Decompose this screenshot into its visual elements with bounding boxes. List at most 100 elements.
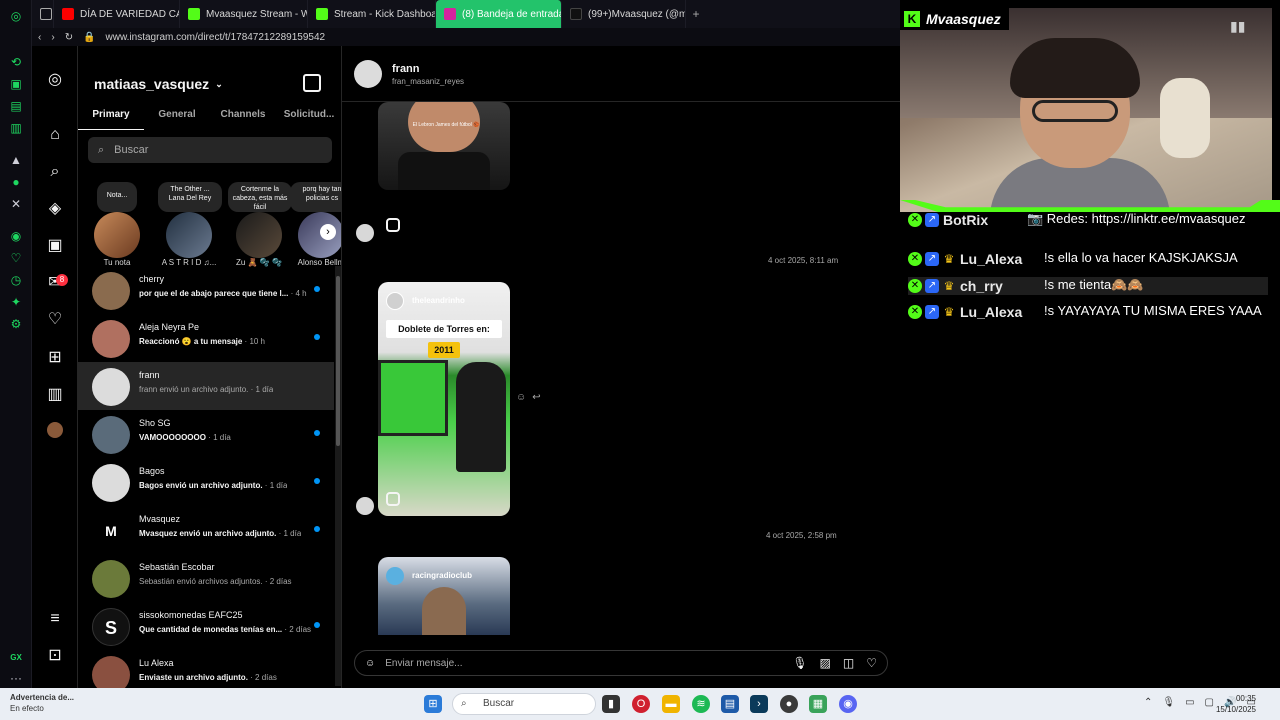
tab-primary[interactable]: Primary [78,104,144,130]
conversation-item[interactable]: Sebastián Escobar Sebastián envió archiv… [78,554,334,602]
tab-channels[interactable]: Channels [210,104,276,130]
opera-gx-taskbar-icon[interactable]: O [632,695,650,713]
conversation-item[interactable]: S sissokomonedas EAFC25 Que cantidad de … [78,602,334,650]
url-field[interactable]: www.instagram.com/direct/t/1784721228915… [106,32,326,43]
dashboard-icon[interactable]: ▥ [45,385,65,405]
game-icon[interactable]: ▦ [809,695,827,713]
conversation-item[interactable]: frann frann envió un archivo adjunto. · … [78,362,334,410]
avatar [356,224,374,242]
tab-tiktok[interactable]: (99+)Mvaasquez (@mvaaq [562,0,686,28]
aria-icon[interactable]: ▲ [8,152,24,168]
home-icon[interactable]: ⌂ [45,125,65,145]
more-icon[interactable]: ··· [8,670,24,686]
conversation-item[interactable]: M Mvasquez Mvasquez envió un archivo adj… [78,506,334,554]
profile-avatar[interactable] [47,422,63,438]
browser-tab-bar: DÍA DE VARIEDAD CARA... Mvaasquez Stream… [32,0,900,28]
message-composer[interactable]: ☺ Enviar mensaje... 🎙 ▨ ◫ ♡ [354,650,888,676]
reply-icon[interactable]: ↩ [532,392,540,403]
conversation-item[interactable]: Bagos Bagos envió un archivo adjunto. · … [78,458,334,506]
chevron-right-icon[interactable]: › [320,224,336,240]
create-icon[interactable]: ⊞ [45,348,65,368]
messenger-icon[interactable]: ▥ [8,120,24,136]
settings-icon[interactable]: ⚙ [8,316,24,332]
microphone-icon[interactable]: 🎙 [792,656,807,670]
new-tab-button[interactable]: + [686,7,706,21]
heart-icon[interactable]: ♡ [45,310,65,330]
search-icon[interactable]: ⌕ [45,162,65,182]
extensions-icon[interactable]: ✦ [8,294,24,310]
menu-icon[interactable]: ≡ [45,609,65,629]
vip-badge-icon: ↗ [925,213,939,227]
emoji-react-icon[interactable]: ☺ [516,392,526,403]
timestamp: 4 oct 2025, 2:58 pm [766,531,837,540]
taskbar-search[interactable]: ⌕ Buscar [452,693,596,715]
conversation-item[interactable]: Lu Alexa Enviaste un archivo adjunto. · … [78,650,334,688]
display-icon[interactable]: ▭ [1185,697,1194,708]
inbox-scrollbar[interactable] [335,266,341,686]
x-icon[interactable]: ✕ [8,196,24,212]
conversation-preview: Mvasquez envió un archivo adjunto. · 1 d… [139,529,302,538]
history-icon[interactable]: ◷ [8,272,24,288]
instagram-logo-icon[interactable]: ◎ [45,70,65,90]
app-icon[interactable]: › [750,695,768,713]
reload-icon[interactable]: ↻ [65,32,73,43]
explore-icon[interactable]: ◈ [45,199,65,219]
obs-icon[interactable]: ● [780,695,798,713]
conversation-item[interactable]: Sho SG VAMOOOOOOOO · 1 día [78,410,334,458]
clock[interactable]: 00:35 15/10/2025 [1216,693,1256,715]
conversation-item[interactable]: cherry por que el de abajo parece que ti… [78,266,334,314]
network-icon[interactable]: ▢ [1205,697,1214,708]
player-icon[interactable]: ◉ [8,228,24,244]
account-switcher[interactable]: matiaas_vasquez ⌄ [94,76,223,92]
image-icon[interactable]: ▨ [820,656,831,670]
cleaner-icon[interactable]: ▤ [8,98,24,114]
reel-message[interactable]: racingradioclub [378,557,510,635]
scrollbar-thumb[interactable] [336,276,340,446]
emoji-icon[interactable]: ☺ [365,658,375,669]
youtube-icon [62,8,74,20]
reel-message[interactable]: theleandrinho Doblete de Torres en: 2011 [378,282,510,516]
store-icon[interactable]: ▤ [721,695,739,713]
chat-header[interactable]: frann fran_masaniz_reyes [342,46,900,102]
gx-control-icon[interactable]: ⟲ [8,54,24,70]
forward-icon[interactable]: › [51,32,54,43]
tab-instagram-inbox[interactable]: (8) Bandeja de entrada • [436,0,562,28]
favorites-icon[interactable]: ♡ [8,250,24,266]
twitch-icon[interactable]: ▣ [8,76,24,92]
streamer-name: Mvaasquez [926,11,1001,27]
reel-person [456,362,506,472]
chevron-down-icon: ⌄ [215,78,223,89]
reel-message[interactable]: El Lebron James del fútbol 🏀 [378,102,510,190]
chevron-up-icon[interactable]: ⌃ [1144,697,1152,708]
discord-icon[interactable]: ◉ [839,695,857,713]
chat-scrollbar[interactable] [892,102,898,636]
badges: ✕ ↗ ♛ [908,250,956,268]
sticker-icon[interactable]: ◫ [843,656,854,670]
conversation-item[interactable]: Aleja Neyra Pe Reaccionó 😮 a tu mensaje … [78,314,334,362]
heart-icon[interactable]: ♡ [866,656,877,670]
tab-requests[interactable]: Solicitud... [276,104,341,130]
back-icon[interactable]: ‹ [38,32,41,43]
tab-youtube[interactable]: DÍA DE VARIEDAD CARA... [54,0,180,28]
compose-icon[interactable] [303,74,321,92]
task-view-icon[interactable]: ▮ [602,695,620,713]
spotify-icon[interactable]: ≋ [692,695,710,713]
microphone-icon[interactable]: 🎙 [1162,697,1175,708]
workspaces-icon[interactable] [32,0,54,28]
conversation-preview: Reaccionó 😮 a tu mensaje · 10 h [139,337,266,346]
stream-overlay: ▮▮ K Mvaasquez ✕ ↗ BotRix 📷 Redes: https:… [900,0,1280,688]
windows-start-icon[interactable]: ⊞ [424,695,442,713]
reels-icon[interactable]: ▣ [45,236,65,256]
opera-logo-icon[interactable]: ◎ [8,8,24,24]
tab-kick-dashboard[interactable]: Stream - Kick Dashboard [308,0,436,28]
tab-kick-stream[interactable]: Mvaasquez Stream - Wat [180,0,308,28]
file-explorer-icon[interactable]: ▬ [662,695,680,713]
gx-label[interactable]: GX [8,650,24,666]
avatar [92,560,130,598]
more-icon[interactable]: ⊡ [45,646,65,666]
tab-general[interactable]: General [144,104,210,130]
search-placeholder: Buscar [114,144,149,156]
search-field[interactable]: ⌕ Buscar [88,137,332,163]
whatsapp-icon[interactable]: ● [8,174,24,190]
weather-widget[interactable]: Advertencia de... En efecto [10,692,74,714]
